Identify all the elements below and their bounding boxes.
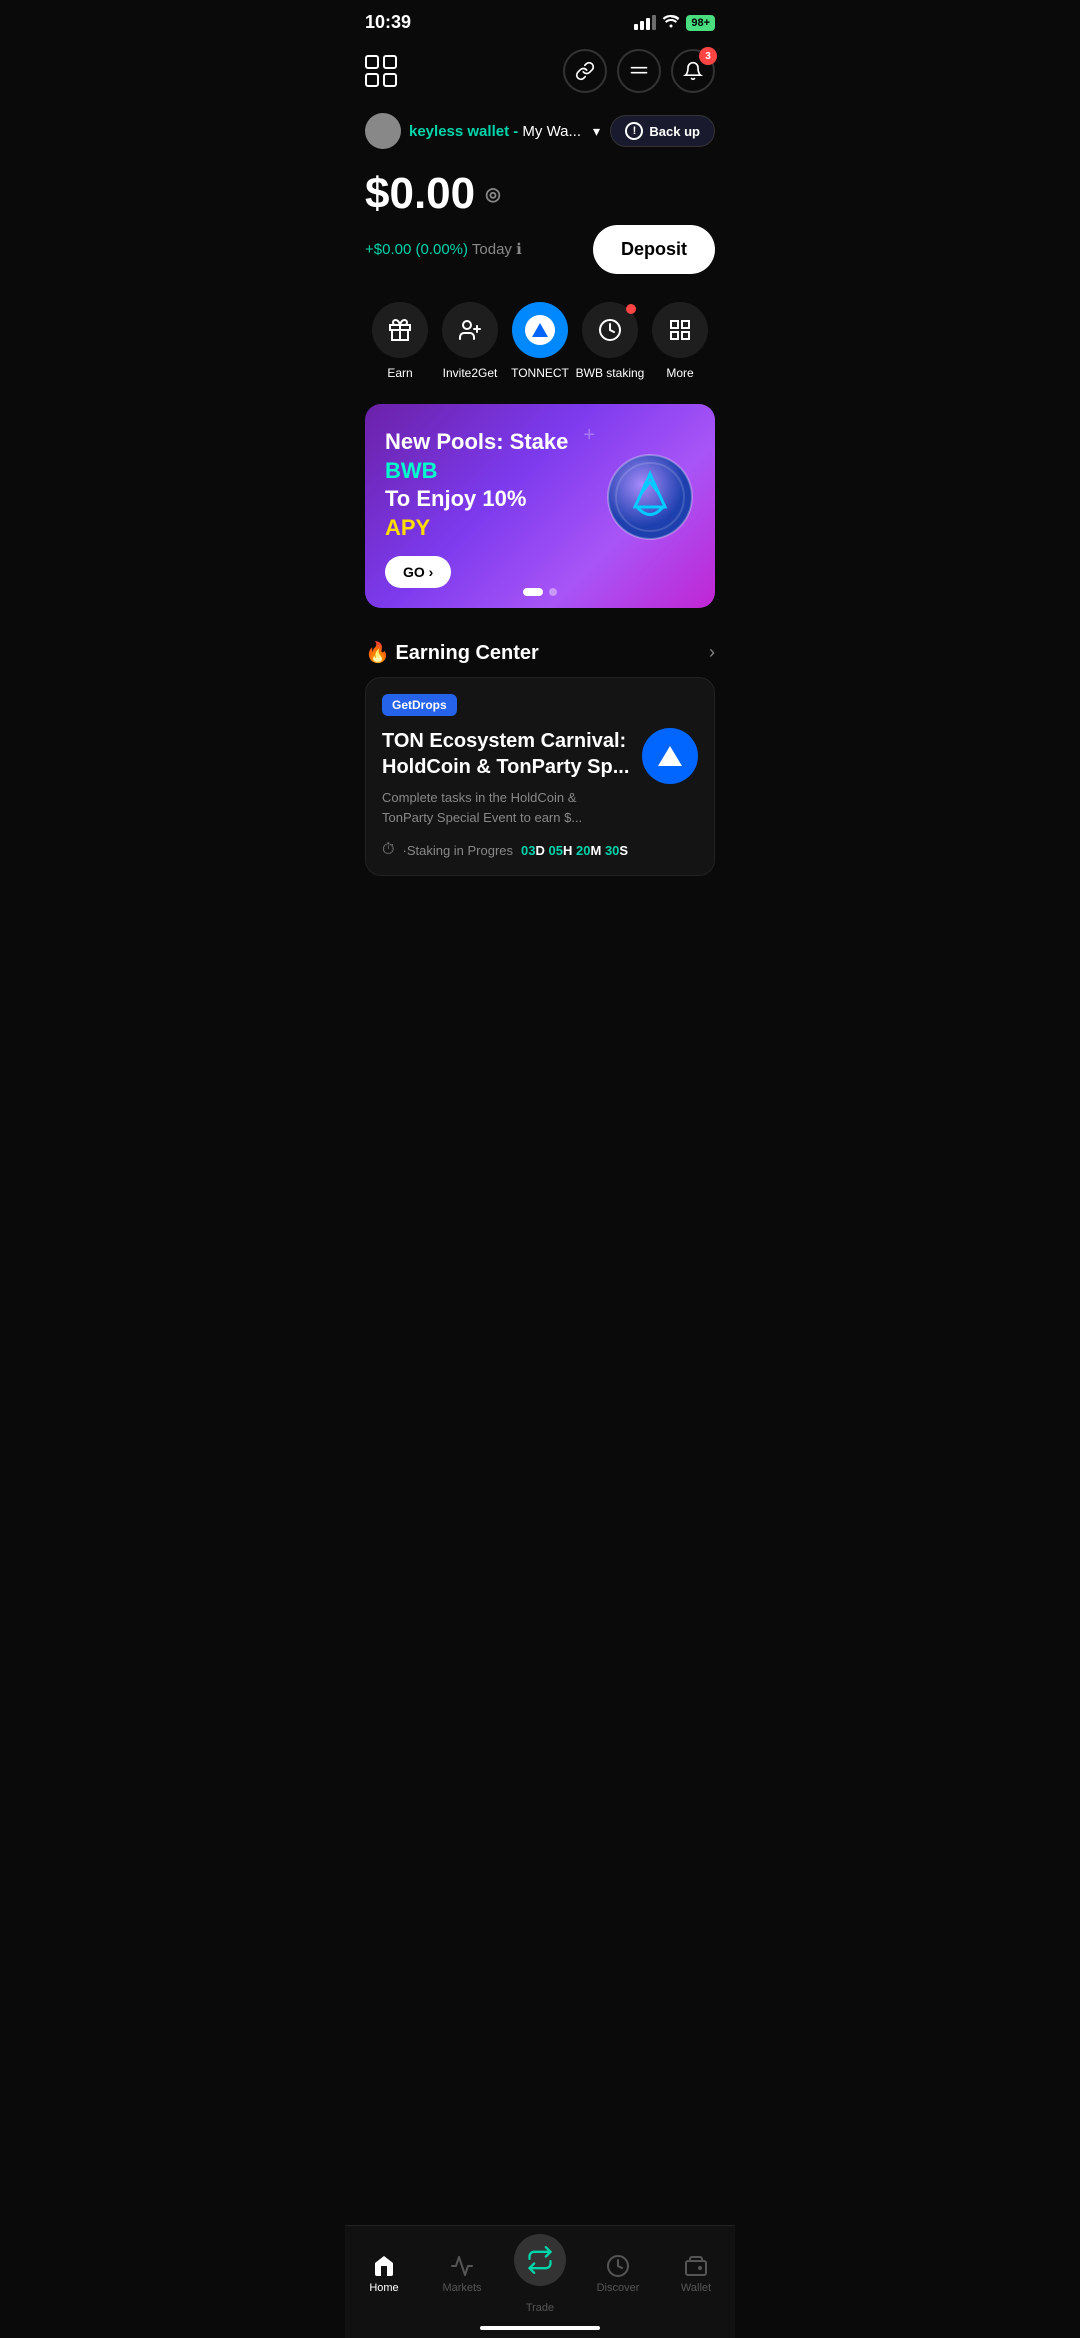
- trade-label: Trade: [526, 2302, 554, 2314]
- wallet-label: Wallet: [681, 2282, 711, 2294]
- link-icon: [575, 61, 595, 81]
- notification-button[interactable]: 3: [671, 49, 715, 93]
- person-add-icon: [458, 318, 482, 342]
- status-time: 10:39: [365, 12, 411, 33]
- card-footer: ⏱ ·Staking in Progres 03D 05H 20M 30S: [382, 841, 698, 859]
- card-title: TON Ecosystem Carnival: HoldCoin & TonPa…: [382, 728, 630, 780]
- staking-icon: [598, 318, 622, 342]
- action-bwb[interactable]: BWB staking: [575, 302, 645, 380]
- banner-go-button[interactable]: GO ›: [385, 556, 451, 588]
- nav-wallet[interactable]: Wallet: [657, 2254, 735, 2294]
- battery-icon: 98+: [686, 15, 715, 31]
- wallet-header: keyless wallet - My Wa... ▾ ! Back up: [345, 105, 735, 153]
- action-tonnect[interactable]: TONNECT: [505, 302, 575, 380]
- nav-home[interactable]: Home: [345, 2254, 423, 2294]
- balance-section: $0.00 ◎ +$0.00 (0.00%) Today ℹ Deposit: [345, 153, 735, 282]
- card-content: TON Ecosystem Carnival: HoldCoin & TonPa…: [382, 728, 698, 827]
- bell-icon: [683, 61, 703, 81]
- keyless-text: keyless wallet -: [409, 123, 518, 140]
- status-bar: 10:39 98+: [345, 0, 735, 41]
- signal-icon: [634, 15, 656, 30]
- timer-icon: ⏱: [382, 841, 394, 859]
- wifi-icon: [662, 14, 680, 31]
- wallet-name-text: My Wa...: [518, 123, 581, 140]
- top-nav: 3: [345, 41, 735, 105]
- app-logo[interactable]: [365, 55, 401, 87]
- markets-label: Markets: [442, 2282, 481, 2294]
- warning-icon: !: [625, 122, 643, 140]
- staking-status: ·Staking in Progres: [402, 843, 513, 858]
- quick-actions: Earn Invite2Get TONNECT B: [345, 282, 735, 388]
- decor-plus-1: +: [583, 424, 595, 447]
- earn-card[interactable]: GetDrops TON Ecosystem Carnival: HoldCoi…: [365, 677, 715, 876]
- invite-icon-wrap: [442, 302, 498, 358]
- tonnect-icon-wrap: [512, 302, 568, 358]
- grid-icon: [668, 318, 692, 342]
- earning-center-arrow[interactable]: ›: [709, 642, 715, 663]
- banner-coin-graphic: [605, 452, 695, 542]
- banner-title: New Pools: Stake BWBTo Enjoy 10% APY: [385, 428, 571, 542]
- more-label: More: [666, 366, 693, 380]
- markets-icon: [450, 2254, 474, 2278]
- chevron-down-icon[interactable]: ▾: [593, 123, 600, 140]
- countdown-timer: 03D 05H 20M 30S: [521, 843, 628, 858]
- earning-center-header[interactable]: 🔥 Earning Center ›: [345, 624, 735, 677]
- gift-icon: [388, 318, 412, 342]
- backup-label: Back up: [649, 124, 700, 139]
- tonnect-label: TONNECT: [511, 366, 569, 380]
- tonnect-logo: [525, 315, 555, 345]
- wallet-name-row[interactable]: keyless wallet - My Wa... ▾: [365, 113, 600, 149]
- discover-label: Discover: [597, 2282, 640, 2294]
- backup-button[interactable]: ! Back up: [610, 115, 715, 147]
- wallet-icon: [684, 2254, 708, 2278]
- home-icon: [372, 2254, 396, 2278]
- balance-amount: $0.00 ◎: [365, 169, 715, 219]
- nav-discover[interactable]: Discover: [579, 2254, 657, 2294]
- nav-markets[interactable]: Markets: [423, 2254, 501, 2294]
- home-label: Home: [369, 2282, 398, 2294]
- deposit-button[interactable]: Deposit: [593, 225, 715, 274]
- banner-stake[interactable]: + + New Pools: Stake BWBTo Enjoy 10% APY…: [365, 404, 715, 608]
- banner-pagination: [523, 588, 557, 596]
- bwb-icon-wrap: [582, 302, 638, 358]
- nav-trade[interactable]: Trade: [501, 2234, 579, 2314]
- balance-change: +$0.00 (0.00%) Today ℹ: [365, 240, 522, 259]
- tonnect-triangle: [532, 323, 548, 337]
- earn-label: Earn: [387, 366, 412, 380]
- notification-dot: [626, 304, 636, 314]
- action-invite[interactable]: Invite2Get: [435, 302, 505, 380]
- wallet-label: keyless wallet - My Wa...: [409, 123, 581, 140]
- change-amount: +$0.00 (0.00%) Today ℹ: [365, 241, 522, 258]
- balance-value: $0.00: [365, 169, 475, 219]
- today-label: Today ℹ: [472, 241, 522, 258]
- bottom-navigation: Home Markets Trade Discover: [345, 2225, 735, 2338]
- trade-button[interactable]: [514, 2234, 566, 2286]
- nav-right: 3: [563, 49, 715, 93]
- menu-button[interactable]: [617, 49, 661, 93]
- banner-dot-1[interactable]: [523, 588, 543, 596]
- balance-change-row: +$0.00 (0.00%) Today ℹ Deposit: [365, 225, 715, 274]
- notification-count: 3: [699, 47, 717, 65]
- home-indicator: [480, 2326, 600, 2330]
- menu-icon: [629, 61, 649, 81]
- card-logo-triangle: [658, 746, 682, 766]
- hide-balance-icon[interactable]: ◎: [485, 184, 501, 205]
- card-badge: GetDrops: [382, 694, 457, 716]
- card-description: Complete tasks in the HoldCoin & TonPart…: [382, 788, 630, 827]
- earn-icon-wrap: [372, 302, 428, 358]
- card-text: TON Ecosystem Carnival: HoldCoin & TonPa…: [382, 728, 630, 827]
- card-logo: [642, 728, 698, 784]
- status-icons: 98+: [634, 14, 715, 31]
- trade-icon: [526, 2246, 554, 2274]
- discover-icon: [606, 2254, 630, 2278]
- more-icon-wrap: [652, 302, 708, 358]
- invite-label: Invite2Get: [443, 366, 498, 380]
- bwb-label: BWB staking: [576, 366, 645, 380]
- action-earn[interactable]: Earn: [365, 302, 435, 380]
- link-button[interactable]: [563, 49, 607, 93]
- banner-dot-2[interactable]: [549, 588, 557, 596]
- action-more[interactable]: More: [645, 302, 715, 380]
- wallet-avatar: [365, 113, 401, 149]
- earning-center-title: 🔥 Earning Center: [365, 640, 539, 665]
